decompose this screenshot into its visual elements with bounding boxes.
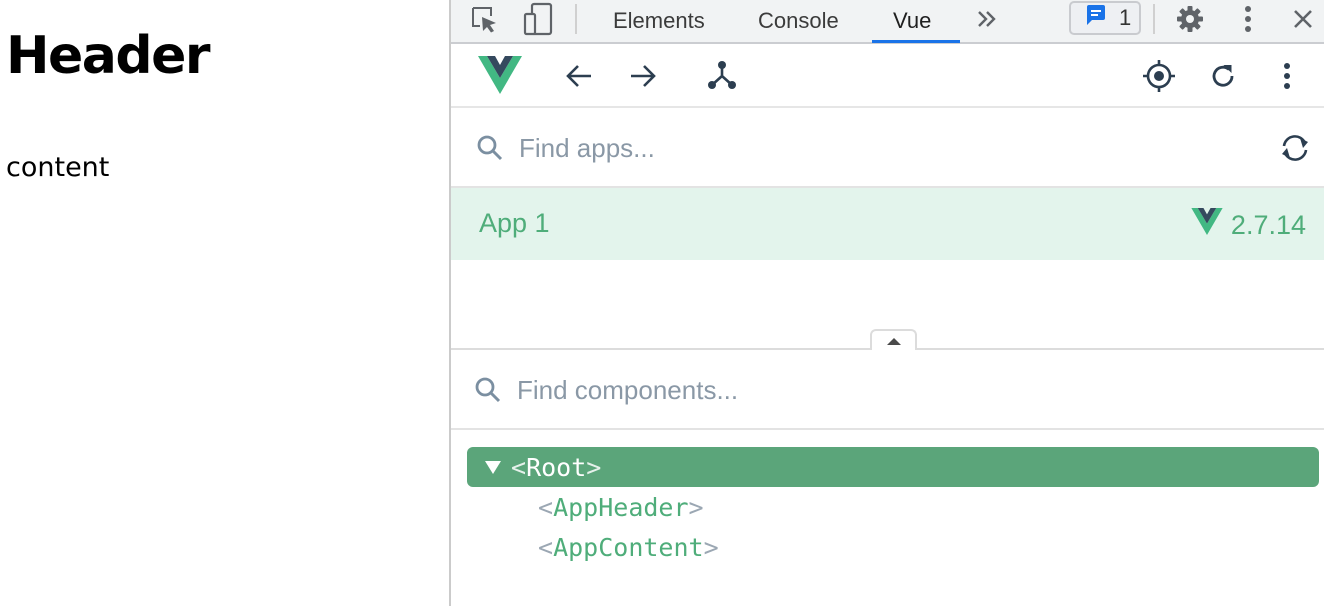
page-content-text: content [6, 152, 110, 183]
app-version-label: 2.7.14 [1230, 209, 1306, 240]
page-heading: Header [6, 26, 211, 86]
apps-search-bar [451, 108, 1324, 188]
component-name: Root [526, 452, 587, 482]
messages-badge-button[interactable]: 1 [1069, 1, 1141, 35]
pane-collapse-handle[interactable] [870, 329, 917, 350]
component-tree-icon[interactable] [705, 58, 739, 92]
app-list-item[interactable]: App 1 2.7.14 [451, 188, 1324, 260]
caret-up-icon [886, 337, 901, 345]
components-search-input[interactable] [517, 370, 1277, 410]
apps-search-input[interactable] [519, 128, 1219, 168]
message-icon [1085, 4, 1107, 32]
close-icon[interactable] [1287, 3, 1319, 35]
messages-count: 1 [1119, 5, 1132, 30]
gear-icon[interactable] [1173, 2, 1207, 36]
tag-open-bracket: < [538, 492, 554, 522]
inspected-page: Header content [0, 0, 449, 606]
tag-close-bracket: > [688, 492, 704, 522]
devtools-tabbar: Elements Console Vue 1 [451, 0, 1324, 44]
active-tab-indicator [872, 40, 960, 43]
tab-console[interactable]: Console [758, 0, 839, 42]
target-icon[interactable] [1141, 58, 1177, 94]
vue-devtools-toolbar [451, 44, 1324, 108]
device-toggle-icon[interactable] [521, 2, 555, 36]
refresh-icon[interactable] [1207, 60, 1239, 92]
more-vert-icon[interactable] [1275, 60, 1299, 92]
vue-logo-icon [1191, 208, 1223, 242]
components-search-bar [451, 350, 1324, 430]
more-vert-icon[interactable] [1235, 2, 1261, 36]
tab-elements[interactable]: Elements [613, 0, 705, 42]
tab-vue[interactable]: Vue [893, 0, 931, 42]
component-name: AppContent [553, 532, 704, 562]
tag-open-bracket: < [538, 532, 554, 562]
tree-node[interactable]: < AppHeader > [538, 487, 704, 527]
tag-close-bracket: > [586, 452, 602, 482]
toolbar-divider [575, 4, 577, 34]
app-name: App 1 [479, 208, 550, 238]
search-icon [475, 133, 505, 163]
arrow-left-icon[interactable] [563, 60, 595, 92]
arrow-right-icon[interactable] [627, 60, 659, 92]
inspect-icon[interactable] [467, 4, 501, 36]
app-version: 2.7.14 [1191, 208, 1306, 242]
tag-open-bracket: < [511, 452, 527, 482]
vue-logo-icon[interactable] [477, 54, 523, 96]
tree-node[interactable]: < AppContent > [538, 527, 719, 567]
search-icon [473, 375, 503, 405]
tree-node-root[interactable]: < Root > [467, 447, 1319, 487]
component-name: AppHeader [553, 492, 689, 522]
toolbar-divider [1153, 4, 1155, 34]
expand-arrow-icon[interactable] [485, 460, 501, 474]
chevron-double-right-icon[interactable] [973, 4, 1001, 34]
devtools-panel: Elements Console Vue 1 Find apps... App … [449, 0, 1324, 606]
sync-icon[interactable] [1277, 130, 1313, 166]
tag-close-bracket: > [703, 532, 719, 562]
